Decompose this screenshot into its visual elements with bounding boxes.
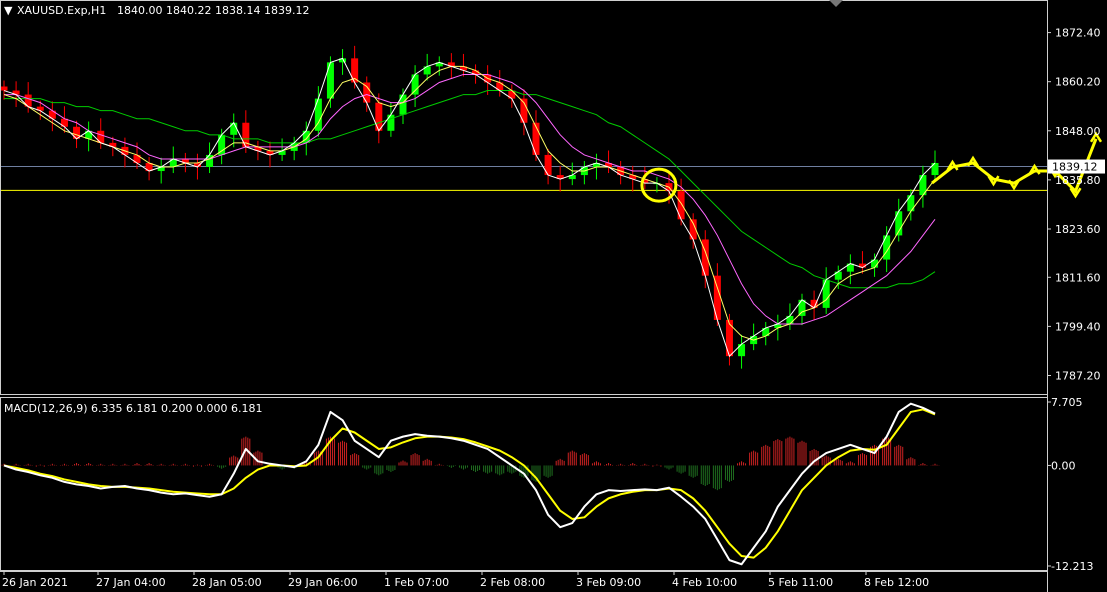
time-tick-label: 1 Feb 07:00 (384, 576, 449, 589)
candle-body (218, 134, 226, 155)
price-frame (0, 0, 1048, 395)
candle-body (375, 102, 383, 131)
time-tick-label: 28 Jan 05:00 (192, 576, 262, 589)
chart-frames: 1872.40 1860.20 1848.00 1835.80 1823.60 1811.… (0, 0, 1105, 592)
candle-body (677, 191, 685, 220)
time-tick-label: 2 Feb 08:00 (480, 576, 545, 589)
candle-body (822, 279, 830, 308)
price-tick-label: 1787.20 (1055, 369, 1101, 382)
price-tick-label: 1835.80 (1055, 174, 1101, 187)
time-tick-label: 3 Feb 09:00 (576, 576, 641, 589)
price-tick-label: 1811.60 (1055, 271, 1101, 284)
macd-tick-label: -12.213 (1051, 560, 1093, 573)
macd-frame (0, 397, 1048, 571)
price-tick-label: 1848.00 (1055, 125, 1101, 138)
header-dropdown-icon[interactable]: ▼ (4, 4, 13, 17)
candle-body (0, 86, 8, 91)
candle-body (326, 62, 334, 99)
candle-body (399, 94, 407, 115)
price-tick-label: 1799.40 (1055, 320, 1101, 333)
time-tick-label: 26 Jan 2021 (2, 576, 68, 589)
time-tick-label: 5 Feb 11:00 (768, 576, 833, 589)
time-tick-label: 27 Jan 04:00 (96, 576, 166, 589)
candle-body (907, 195, 915, 212)
candle-body (363, 82, 371, 103)
ma-green-line (4, 90, 936, 289)
trading-chart[interactable]: 1872.40 1860.20 1848.00 1835.80 1823.60 1811.… (0, 0, 1107, 592)
candle-body (411, 74, 419, 95)
candle-body (544, 154, 552, 176)
candle-body (725, 319, 733, 357)
candle-body (713, 275, 721, 320)
candle-body (387, 114, 395, 131)
price-tick-label: 1872.40 (1055, 27, 1101, 40)
symbol-label: XAUUSD.Exp,H1 (17, 4, 106, 17)
macd-main-line (3, 402, 936, 566)
price-tick-label: 1823.60 (1055, 223, 1101, 236)
macd-panel[interactable] (0, 402, 940, 566)
ma-pink-line (4, 73, 936, 325)
current-price-label: 1839.12 (1052, 161, 1098, 174)
ma-yellow-line (3, 65, 936, 341)
macd-header-label: MACD(12,26,9) 6.335 6.181 0.200 0.000 6.… (4, 402, 262, 415)
ma-fast-line (3, 57, 936, 358)
time-tick-label: 8 Feb 12:00 (864, 576, 929, 589)
candle-body (798, 299, 806, 316)
price-tick-label: 1860.20 (1055, 76, 1101, 89)
macd-tick-label: 7.705 (1051, 396, 1083, 409)
time-tick-label: 29 Jan 06:00 (288, 576, 358, 589)
price-panel[interactable] (0, 45, 1103, 369)
chart-shift-icon[interactable] (829, 0, 843, 7)
ohlc-label: 1840.00 1840.22 1838.14 1839.12 (117, 4, 309, 17)
time-tick-label: 4 Feb 10:00 (672, 576, 737, 589)
macd-tick-label: 0.00 (1051, 459, 1076, 472)
